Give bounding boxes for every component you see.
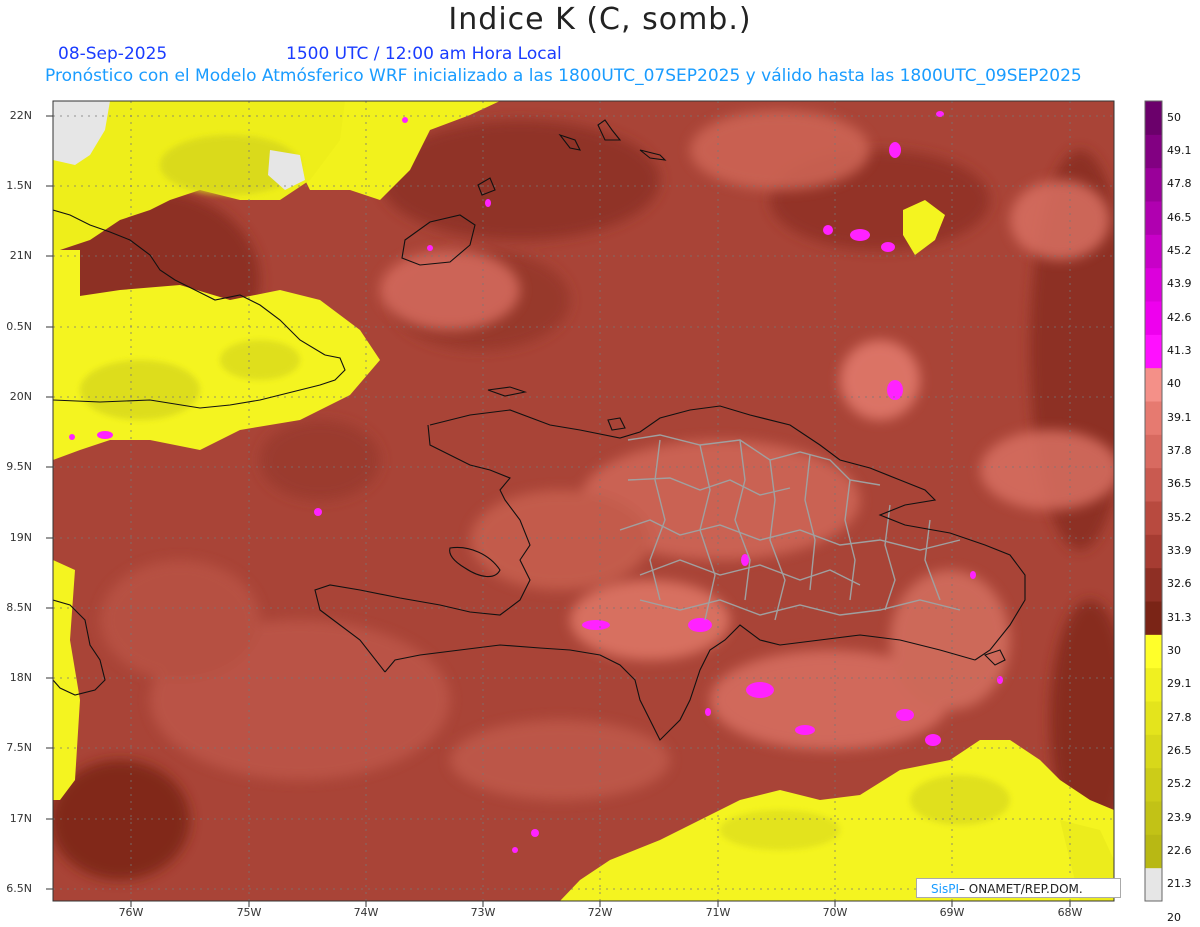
- colorbar-label: 27.8: [1167, 710, 1192, 724]
- colorbar-label: 47.8: [1167, 177, 1192, 191]
- colorbar-label: 23.9: [1167, 810, 1192, 824]
- colorbar-label: 50: [1167, 110, 1181, 124]
- colorbar-segment: [1145, 667, 1162, 702]
- colorbar-segment: [1145, 601, 1162, 635]
- lon-label: 75W: [236, 906, 262, 919]
- colorbar-label: 43.9: [1167, 277, 1192, 291]
- lat-label: 22N: [9, 109, 32, 122]
- lat-label: 8.5N: [6, 601, 32, 614]
- lat-label: 17N: [9, 812, 32, 825]
- colorbar-label: 36.5: [1167, 477, 1192, 491]
- colorbar-segment: [1145, 801, 1162, 835]
- colorbar-label: 30: [1167, 644, 1181, 657]
- colorbar-label: 22.6: [1167, 844, 1192, 857]
- lon-label: 71W: [705, 906, 731, 919]
- colorbar-label: 29.1: [1167, 677, 1192, 691]
- lon-label: 74W: [353, 906, 379, 919]
- colorbar-segment: [1145, 101, 1162, 135]
- lon-label: 76W: [118, 906, 144, 919]
- lat-label: 6.5N: [6, 882, 32, 895]
- lon-label: 72W: [587, 906, 613, 919]
- colorbar-segment: [1145, 734, 1162, 769]
- lon-label: 68W: [1057, 906, 1083, 919]
- colorbar-label: 41.3: [1167, 344, 1192, 357]
- colorbar-segment: [1145, 401, 1162, 435]
- lon-label: 70W: [822, 906, 848, 919]
- map-canvas: [46, 100, 1163, 907]
- colorbar-label: 39.1: [1167, 410, 1192, 424]
- lat-ticks: [46, 115, 53, 890]
- colorbar-label: 45.2: [1167, 244, 1192, 257]
- colorbar-segment: [1145, 234, 1162, 269]
- colorbar-segment: [1145, 134, 1162, 169]
- credit-org: ONAMET/REP.DOM.: [964, 882, 1083, 896]
- colorbar-segment: [1145, 167, 1162, 202]
- lon-label: 73W: [470, 906, 496, 919]
- colorbar-segment: [1145, 867, 1162, 902]
- colorbar-label: 40: [1167, 377, 1181, 391]
- colorbar-segment: [1145, 567, 1162, 602]
- colorbar-segment: [1145, 301, 1162, 335]
- credit-brand: SisPI: [931, 882, 959, 896]
- colorbar-label: 42.6: [1167, 310, 1192, 324]
- colorbar-segment: [1145, 267, 1162, 302]
- colorbar-label: 31.3: [1167, 610, 1192, 624]
- colorbar-label: 20: [1167, 910, 1181, 924]
- colorbar-label: 46.5: [1167, 210, 1192, 224]
- colorbar-segment: [1145, 434, 1162, 469]
- k-index-field: [53, 101, 1114, 901]
- colorbar-segment: [1145, 334, 1162, 369]
- lat-label: 9.5N: [6, 460, 32, 473]
- lat-label: 7.5N: [6, 741, 32, 754]
- colorbar-segment: [1145, 467, 1162, 502]
- colorbar-label: 32.6: [1167, 577, 1192, 591]
- colorbar-segment: [1145, 501, 1162, 535]
- colorbar-label: 26.5: [1167, 744, 1192, 757]
- credit-box: SisPI– ONAMET/REP.DOM.: [916, 878, 1121, 898]
- colorbar-segment: [1145, 701, 1162, 735]
- colorbar-label: 33.9: [1167, 544, 1192, 557]
- colorbar-segment: [1145, 767, 1162, 802]
- colorbar-segment: [1145, 834, 1162, 869]
- lat-label: 0.5N: [6, 320, 32, 333]
- lat-label: 19N: [9, 531, 32, 544]
- colorbar-label: 37.8: [1167, 444, 1192, 457]
- colorbar-segment: [1145, 201, 1162, 235]
- lat-label: 20N: [9, 390, 32, 403]
- lat-label: 1.5N: [6, 179, 32, 192]
- lon-label: 69W: [939, 906, 965, 919]
- lat-label: 21N: [9, 249, 32, 262]
- colorbar: [1144, 100, 1163, 902]
- colorbar-label: 25.2: [1167, 777, 1192, 791]
- colorbar-label: 35.2: [1167, 510, 1192, 524]
- colorbar-segment: [1145, 634, 1162, 669]
- colorbar-label: 21.3: [1167, 877, 1192, 891]
- lat-label: 18N: [9, 671, 32, 684]
- colorbar-segment: [1145, 367, 1162, 402]
- colorbar-label: 49.1: [1167, 144, 1192, 157]
- colorbar-segment: [1145, 534, 1162, 569]
